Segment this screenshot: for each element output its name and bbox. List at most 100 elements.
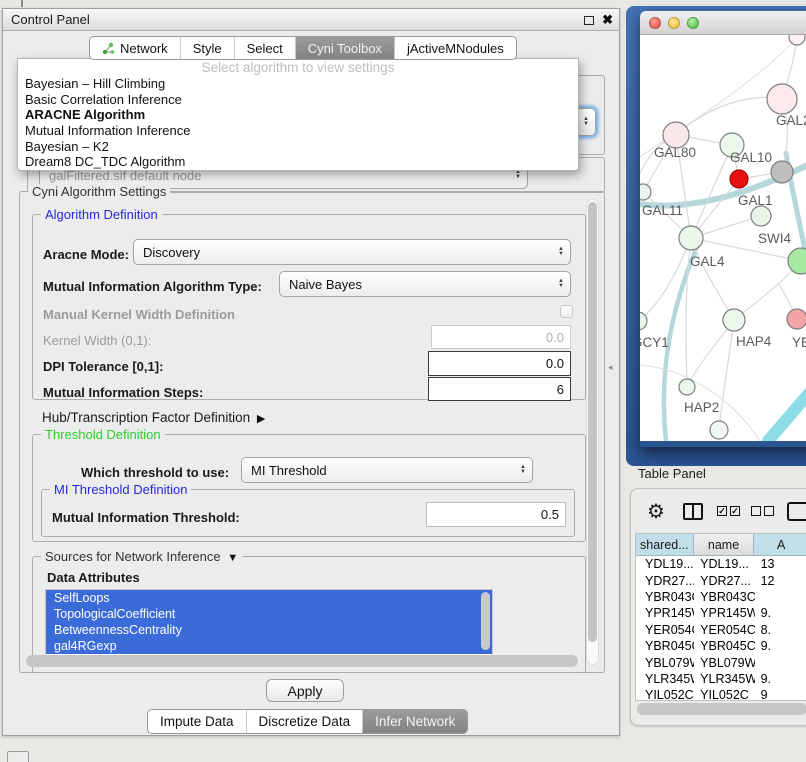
float-window-icon[interactable] [584,16,594,25]
node-label: SWI4 [758,231,791,246]
table-cell: YDR27... [694,574,754,588]
algorithm-option[interactable]: Basic Correlation Inference [18,92,578,108]
network-edge [691,145,732,238]
scrollbar-thumb[interactable] [588,202,597,642]
table-cell: YBL079W [636,656,694,670]
table-row[interactable]: YBR043CYBR043C [636,589,806,605]
attribute-list-item[interactable]: TopologicalCoefficient [46,606,492,622]
network-node[interactable] [787,309,806,329]
node-table: shared... name A YDL19...YDL19...13YDR27… [635,533,806,701]
columns-icon[interactable] [683,503,703,520]
attribute-list-scrollbar[interactable] [481,592,490,662]
mi-steps-label: Mutual Information Steps: [43,385,203,400]
network-node[interactable] [788,248,806,274]
node-label: GAL10 [730,150,772,165]
algorithm-option[interactable]: Bayesian – K2 [18,139,578,155]
settings-horizontal-scrollbar[interactable] [26,655,578,667]
close-icon[interactable]: ✖ [602,15,613,25]
tab-style[interactable]: Style [180,37,234,59]
dpi-tolerance-label: DPI Tolerance [0,1]: [43,359,163,374]
dpi-tolerance-field[interactable]: 0.0 [428,351,571,376]
table-row[interactable]: YLR345WYLR345W9. [636,671,806,687]
network-node[interactable] [771,161,793,183]
table-row[interactable]: YBR045CYBR045C9. [636,638,806,654]
table-cell: YBL079W [694,656,754,670]
table-row[interactable]: YBL079WYBL079W [636,654,806,670]
algorithm-dropdown-popup: Select algorithm to view settings Bayesi… [17,58,579,171]
scrollbar-thumb[interactable] [637,703,806,715]
table-cell: 9. [755,606,806,620]
close-traffic-light-icon[interactable] [649,17,661,29]
tab-network[interactable]: Network [90,37,180,59]
algorithm-option[interactable]: ARACNE Algorithm [18,107,578,123]
aracne-mode-label: Aracne Mode: [43,247,129,262]
algorithm-option[interactable]: Mutual Information Inference [18,123,578,139]
tab-infer-network[interactable]: Infer Network [362,710,467,733]
scrollbar-thumb[interactable] [26,655,578,667]
hub-definition-expander[interactable]: Hub/Transcription Factor Definition ▶ [42,410,265,425]
attribute-list-item[interactable]: SelfLoops [46,590,492,606]
algorithm-option[interactable]: Bayesian – Hill Climbing [18,76,578,92]
mi-threshold-field[interactable]: 0.5 [426,502,566,527]
minimized-panel-button[interactable] [7,751,29,762]
network-node[interactable] [640,184,651,200]
network-window-titlebar[interactable] [640,11,806,35]
network-node[interactable] [679,379,695,395]
table-cell: 13 [755,557,806,571]
chevron-right-icon: ▶ [254,413,266,425]
tab-cyni-toolbox[interactable]: Cyni Toolbox [295,37,394,59]
settings-vertical-scrollbar[interactable] [586,199,599,665]
zoom-traffic-light-icon[interactable] [687,17,699,29]
tab-select[interactable]: Select [234,37,295,59]
attribute-list-item[interactable]: BetweennessCentrality [46,622,492,638]
sources-title-text: Sources for Network Inference [45,549,221,564]
column-header-name[interactable]: name [694,534,755,556]
deselect-all-columns-icon[interactable] [751,506,774,516]
kernel-width-field: 0.0 [431,325,571,349]
table-row[interactable]: YDR27...YDR27...12 [636,572,806,588]
column-header-shared-name[interactable]: shared... [636,534,694,556]
minimize-traffic-light-icon[interactable] [668,17,680,29]
table-row[interactable]: YDL19...YDL19...13 [636,556,806,572]
network-node[interactable] [710,421,728,439]
tab-jactivemnodules[interactable]: jActiveMNodules [394,37,516,59]
network-node[interactable] [789,35,805,45]
tab-discretize-data[interactable]: Discretize Data [246,710,363,733]
table-cell: 12 [755,574,806,588]
mi-algorithm-type-combo[interactable]: Naive Bayes ▲▼ [279,271,571,297]
network-node[interactable] [751,206,771,226]
aracne-mode-combo[interactable]: Discovery ▲▼ [133,239,571,265]
network-view-selection-frame: GAL2GAL80GAL10GAL11GAL1SWI4GAL4GCY1HAP4Y… [626,6,806,466]
column-header-clipped[interactable]: A [754,534,806,556]
network-canvas[interactable]: GAL2GAL80GAL10GAL11GAL1SWI4GAL4GCY1HAP4Y… [640,35,806,441]
network-edge [768,385,806,441]
table-cell: YLR345W [694,672,754,686]
algorithm-definition-title: Algorithm Definition [41,207,162,222]
mi-steps-field[interactable]: 6 [428,377,571,401]
cyni-mode-tabbar: Impute Data Discretize Data Infer Networ… [147,709,468,734]
table-row[interactable]: YER054CYER054C8. [636,622,806,638]
select-all-columns-icon[interactable]: ✓✓ [717,506,740,516]
network-node[interactable] [767,84,797,114]
tab-impute-data[interactable]: Impute Data [148,710,246,733]
attribute-list-item[interactable]: gal4RGexp [46,638,492,654]
table-horizontal-scrollbar[interactable] [637,703,806,715]
export-table-icon[interactable] [787,502,806,521]
network-node[interactable] [723,309,745,331]
panel-splitter-handle[interactable]: ◂ [608,362,613,373]
combo-arrows-icon: ▲▼ [583,117,589,127]
table-cell: YER054C [694,623,754,637]
network-node[interactable] [730,170,748,188]
table-row[interactable]: YPR145WYPR145W9. [636,605,806,621]
network-node[interactable] [679,226,703,250]
apply-button[interactable]: Apply [266,679,344,702]
gear-icon[interactable]: ⚙ [647,500,665,524]
control-panel-titlebar: Control Panel ✖ [3,9,619,31]
table-cell: 9. [755,672,806,686]
table-row[interactable]: YIL052CYIL052C9 [636,687,806,701]
algorithm-option[interactable]: Dream8 DC_TDC Algorithm [18,154,578,170]
table-cell: YIL052C [694,688,754,701]
which-threshold-combo[interactable]: MI Threshold ▲▼ [241,457,533,483]
scrollbar-thumb[interactable] [481,592,490,650]
sources-title[interactable]: Sources for Network Inference ▼ [41,549,242,564]
